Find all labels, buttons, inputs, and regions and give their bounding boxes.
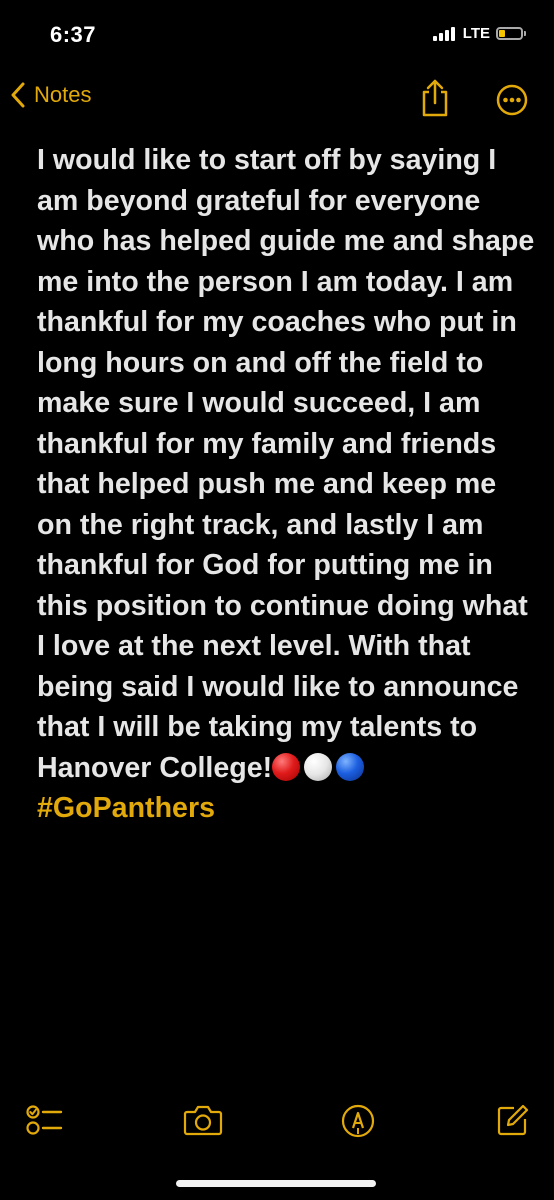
battery-tip: [524, 31, 526, 36]
network-type: LTE: [462, 25, 490, 42]
note-text: I would like to start off by saying I am…: [37, 144, 535, 784]
markup-pen-icon: [340, 1104, 376, 1143]
blue-circle-emoji: [336, 752, 365, 781]
status-bar: 6:37 LTE: [0, 0, 554, 70]
status-time: 6:37: [50, 22, 97, 47]
share-button[interactable]: [418, 78, 452, 123]
white-circle-emoji: [304, 752, 333, 781]
more-options-button[interactable]: [496, 84, 528, 121]
battery-fill: [499, 30, 505, 37]
battery-icon: [496, 27, 523, 40]
signal-strength-icon: [432, 26, 457, 41]
share-icon: [418, 79, 452, 122]
navigation-bar: Notes: [0, 70, 554, 130]
ellipsis-circle-icon: [496, 84, 528, 120]
back-to-notes-button[interactable]: Notes: [10, 82, 91, 108]
compose-icon: [496, 1104, 530, 1141]
camera-icon: [183, 1105, 223, 1141]
red-circle-emoji: [272, 752, 301, 781]
checklist-icon: [26, 1105, 64, 1141]
camera-button[interactable]: [183, 1103, 223, 1142]
hashtag-link[interactable]: #GoPanthers: [37, 792, 215, 824]
home-indicator[interactable]: [176, 1180, 376, 1187]
note-body[interactable]: I would like to start off by saying I am…: [37, 140, 537, 829]
chevron-left-icon: [10, 82, 26, 108]
back-label: Notes: [34, 82, 92, 107]
status-indicators: LTE: [432, 25, 526, 42]
markup-button[interactable]: [340, 1103, 376, 1144]
bottom-toolbar: [0, 1095, 554, 1155]
compose-button[interactable]: [496, 1103, 530, 1142]
checklist-button[interactable]: [26, 1103, 64, 1142]
